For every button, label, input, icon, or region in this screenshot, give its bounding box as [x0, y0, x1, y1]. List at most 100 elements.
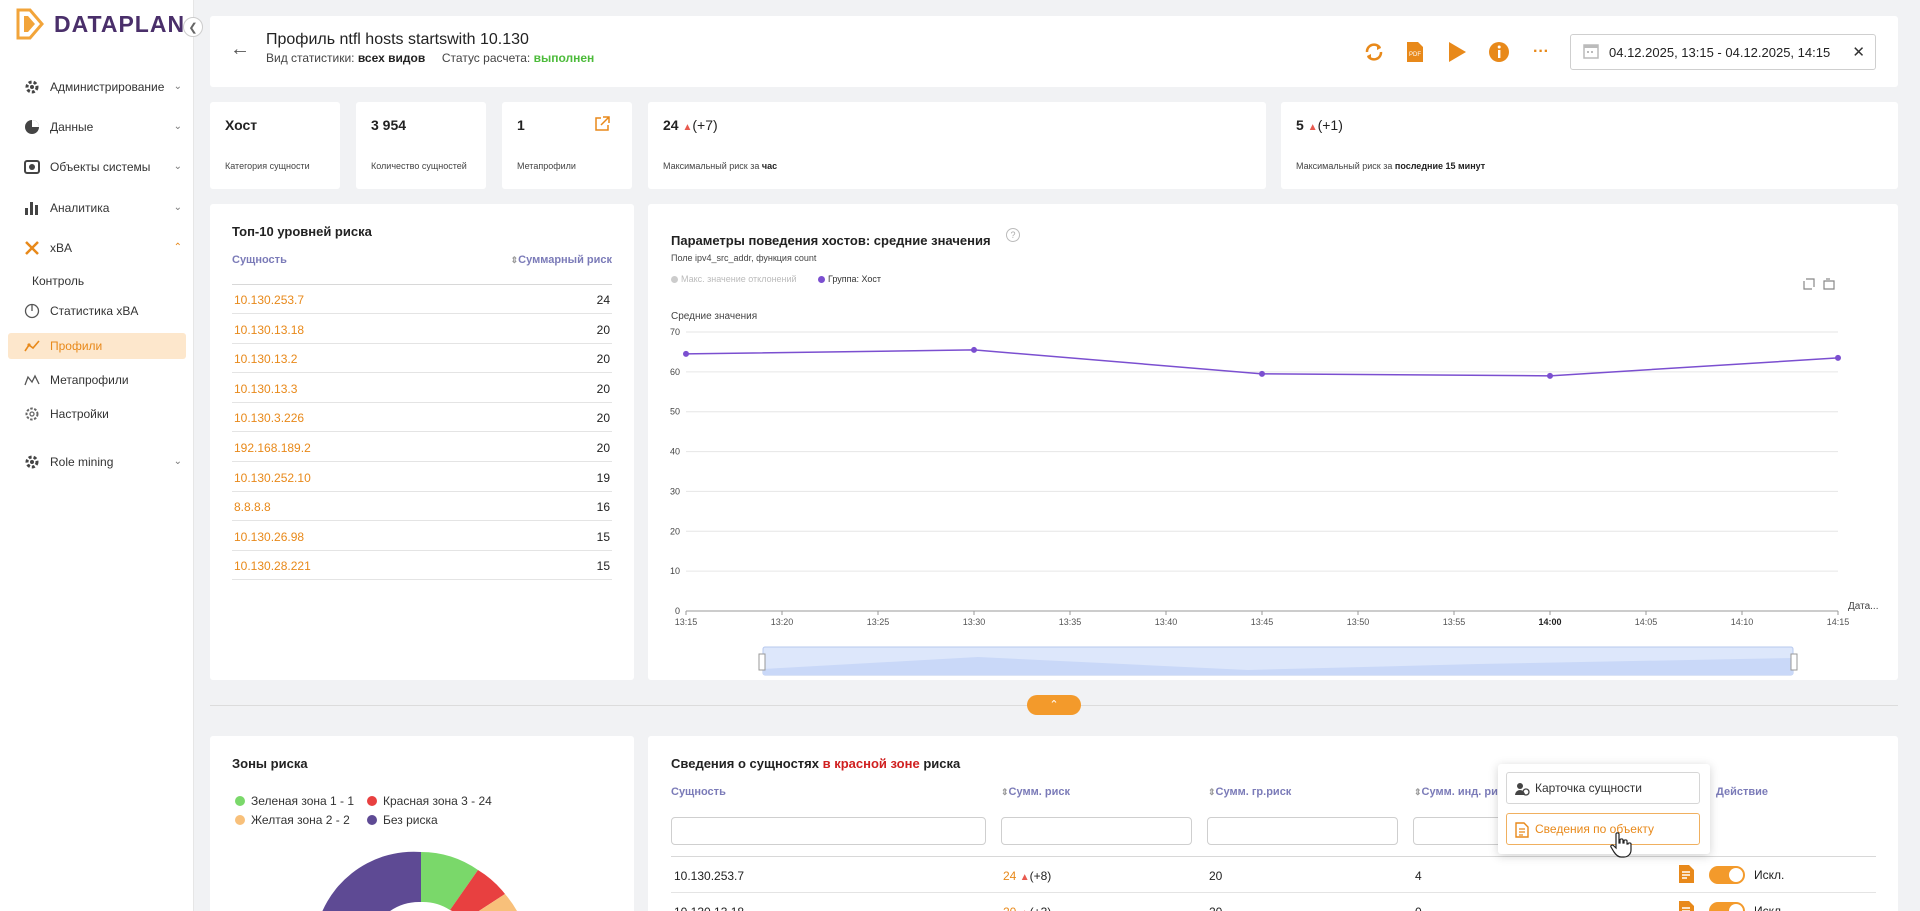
date-range-picker[interactable]: 04.12.2025, 13:15 - 04.12.2025, 14:15 ✕ [1570, 34, 1876, 70]
stat-type-label: Вид статистики: [266, 51, 355, 65]
play-icon[interactable] [1445, 40, 1469, 64]
risk-value: 20 [596, 381, 610, 396]
more-icon[interactable]: ··· [1529, 40, 1553, 64]
data-point[interactable] [683, 350, 689, 357]
col-entity-header[interactable]: Сущность [671, 786, 726, 798]
risk-value: 20 [596, 322, 610, 337]
refresh-icon[interactable] [1362, 40, 1386, 64]
nav-label: Данные [50, 120, 94, 134]
pie-icon [24, 119, 40, 135]
info-icon[interactable] [1487, 40, 1511, 64]
x-tick-label: 14:05 [1635, 617, 1658, 627]
chevron-down-icon: ⌄ [173, 456, 182, 467]
stat-value: Хост [225, 117, 258, 133]
nav-administration[interactable]: Администрирование ⌄ [0, 70, 194, 104]
group-risk-cell: 20 [1209, 905, 1222, 911]
profiles-icon [24, 338, 40, 354]
entity-link[interactable]: 10.130.26.98 [234, 530, 304, 544]
risk-zones-card: Зоны риска Зеленая зона 1 - 1 Красная зо… [210, 736, 634, 911]
risk-value: 15 [596, 559, 610, 574]
nav-metaprofiles[interactable]: Метапрофили [8, 367, 186, 393]
risk-link[interactable]: 20 [1003, 905, 1016, 911]
nav-analytics[interactable]: Аналитика ⌄ [0, 191, 194, 225]
data-point[interactable] [1259, 370, 1265, 377]
title-pre: Сведения о сущностях [671, 756, 819, 771]
details-doc-icon[interactable] [1678, 864, 1696, 887]
stat-value-group: 5 ▲(+1) [1296, 117, 1343, 133]
entity-link[interactable]: 10.130.253.7 [234, 293, 304, 307]
collapse-sidebar-button[interactable]: ❮ [183, 17, 203, 37]
data-point[interactable] [1835, 354, 1841, 361]
nav-settings[interactable]: Настройки [8, 401, 186, 427]
collapse-charts-button[interactable]: ⌃ [1027, 695, 1081, 715]
sort-icon: ⇕ [1414, 787, 1422, 797]
x-tick-label: 13:35 [1059, 617, 1082, 627]
calc-status-link[interactable]: выполнен [534, 51, 595, 65]
gear-icon [24, 79, 40, 95]
entity-link[interactable]: 10.130.13.2 [234, 352, 297, 366]
entity-link[interactable]: 10.130.13.3 [234, 382, 297, 396]
line-chart: Средние значения 0 10 20 30 40 50 60 70 13:15 13:2… [670, 311, 1878, 676]
ind-risk-cell: 0 [1415, 905, 1422, 911]
logo[interactable]: DATAPLAN [14, 6, 185, 42]
exclude-toggle[interactable] [1709, 902, 1745, 911]
x-tick-label: 13:20 [771, 617, 794, 627]
back-arrow-icon[interactable]: ← [230, 38, 250, 61]
nav-xba[interactable]: xBA ⌃ [0, 231, 194, 265]
risk-delta: (+8) [1029, 869, 1052, 883]
nav-data[interactable]: Данные ⌄ [0, 110, 194, 144]
col-risk-header[interactable]: ⇕Суммарный риск [511, 254, 612, 266]
y-tick-label: 0 [675, 606, 680, 616]
nav-xba-stats[interactable]: Статистика xBA [8, 298, 186, 324]
risk-value: 20 [596, 352, 610, 367]
top10-row: 192.168.189.2 20 [232, 433, 612, 462]
col-group-risk-header[interactable]: ⇕Сумм. гр.риск [1208, 786, 1291, 798]
sort-icon: ⇕ [1208, 787, 1216, 797]
pdf-icon[interactable]: PDF [1403, 40, 1427, 64]
metaprofiles-icon [24, 372, 40, 388]
entity-link[interactable]: 10.130.28.221 [234, 559, 311, 573]
data-point[interactable] [971, 346, 977, 353]
details-doc-icon[interactable] [1678, 900, 1696, 911]
x-tick-label: 14:15 [1827, 617, 1850, 627]
col-label: Сумм. риск [1008, 786, 1070, 798]
entity-link[interactable]: 10.130.13.18 [234, 323, 304, 337]
risk-value: 15 [596, 529, 610, 544]
svg-text:PDF: PDF [1409, 52, 1421, 58]
data-point[interactable] [1547, 372, 1553, 379]
exclude-toggle[interactable] [1709, 866, 1745, 884]
page-title: Профиль ntfl hosts startswith 10.130 [266, 31, 529, 48]
entity-card-menu-item[interactable]: Карточка сущности [1506, 772, 1700, 804]
entity-link[interactable]: 8.8.8.8 [234, 500, 271, 514]
stat-label-bold: час [761, 161, 778, 171]
entity-link[interactable]: 192.168.189.2 [234, 441, 311, 455]
risk-link[interactable]: 24 [1003, 869, 1016, 883]
donut-slice-none[interactable] [315, 851, 421, 911]
clear-date-icon[interactable]: ✕ [1852, 43, 1865, 61]
col-sum-risk-header[interactable]: ⇕Сумм. риск [1001, 786, 1070, 798]
col-entity-header[interactable]: Сущность [232, 254, 287, 266]
range-handle-left[interactable] [758, 653, 766, 671]
range-handle-right[interactable] [1790, 653, 1798, 671]
external-link-icon[interactable] [594, 116, 610, 137]
ind-risk-cell: 4 [1415, 869, 1422, 883]
stat-label: Максимальный риск за [663, 161, 760, 171]
y-tick-label: 10 [670, 566, 680, 576]
calc-status-label: Статус расчета: [441, 51, 531, 65]
document-list-icon [1514, 822, 1530, 841]
filter-sum-risk-input[interactable] [1001, 817, 1192, 845]
filter-entity-input[interactable] [671, 817, 986, 845]
filter-group-risk-input[interactable] [1207, 817, 1398, 845]
nav-role-mining[interactable]: Role mining ⌄ [0, 445, 194, 479]
table-row: 10.130.13.1820 ▲(+3)200Искл. [671, 893, 1876, 911]
x-tick-label: 13:25 [867, 617, 890, 627]
object-details-menu-item[interactable]: Сведения по объекту [1506, 813, 1700, 845]
nav-profiles[interactable]: Профили [8, 333, 186, 359]
col-ind-risk-header[interactable]: ⇕Сумм. инд. ри [1414, 786, 1498, 798]
entity-link[interactable]: 10.130.252.10 [234, 471, 311, 485]
y-tick-label: 20 [670, 526, 680, 536]
nav-control[interactable]: Контроль [16, 268, 194, 294]
nav-system-objects[interactable]: Объекты системы ⌄ [0, 150, 194, 184]
x-tick-label: 13:30 [963, 617, 986, 627]
entity-link[interactable]: 10.130.3.226 [234, 411, 304, 425]
